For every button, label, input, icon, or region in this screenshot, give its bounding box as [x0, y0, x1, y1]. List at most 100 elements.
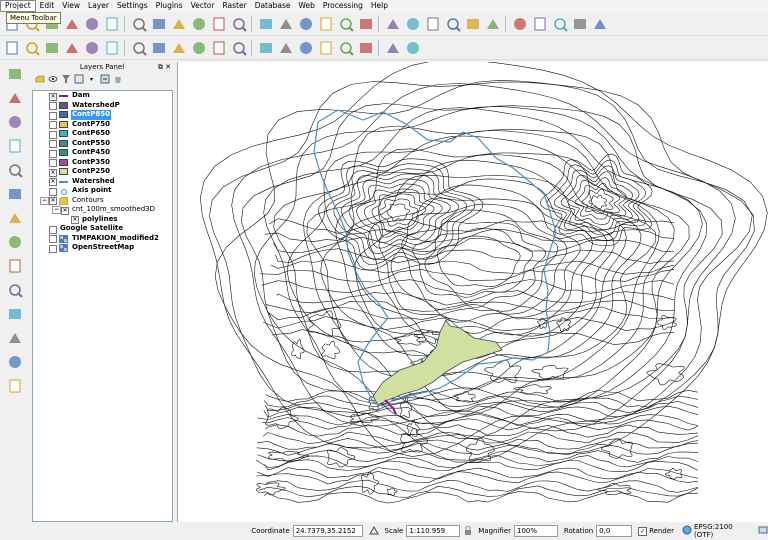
layer-visibility-checkbox[interactable]: ✕ [71, 216, 79, 224]
layer-visibility-checkbox[interactable] [49, 159, 57, 167]
map-tips-icon[interactable] [591, 15, 609, 33]
current-edits-icon[interactable] [3, 39, 21, 57]
paste-features-icon[interactable] [190, 39, 208, 57]
layer-row[interactable]: TIMPAKION_modified2 [33, 234, 172, 243]
scale-combo[interactable]: 1:110.959 [406, 525, 461, 537]
layer-row[interactable]: Google Satellite [33, 224, 172, 234]
annotation-icon[interactable] [551, 15, 569, 33]
menu-project[interactable]: Project [0, 0, 36, 12]
label-icon[interactable] [210, 39, 228, 57]
layer-visibility-checkbox[interactable]: ✕ [49, 197, 57, 205]
layer-visibility-checkbox[interactable] [49, 187, 57, 196]
print-composer-icon[interactable] [83, 15, 101, 33]
pin-labels-icon[interactable] [230, 39, 248, 57]
add-delimited-text-icon[interactable] [6, 281, 24, 299]
layer-row[interactable]: ✕ Watershed [33, 177, 172, 186]
change-label-icon[interactable] [337, 39, 355, 57]
layer-row[interactable]: OpenStreetMap [33, 243, 172, 253]
zoom-to-selection-icon[interactable] [257, 15, 275, 33]
close-panel-icon[interactable]: ✕ [165, 62, 171, 72]
rotation-spinbox[interactable]: 0,0 [596, 525, 633, 537]
menu-database[interactable]: Database [251, 0, 295, 12]
refresh-icon[interactable] [357, 15, 375, 33]
csw-icon[interactable] [357, 39, 375, 57]
move-label-icon[interactable] [297, 39, 315, 57]
zoom-last-icon[interactable] [297, 15, 315, 33]
style-dropdown-icon[interactable]: ▾ [86, 74, 97, 85]
node-tool-icon[interactable] [103, 39, 121, 57]
add-spatialite-icon[interactable] [6, 161, 24, 179]
menu-view[interactable]: View [58, 0, 84, 12]
manage-visibility-icon[interactable] [47, 74, 58, 85]
zoom-to-layer-icon[interactable] [277, 15, 295, 33]
layer-visibility-checkbox[interactable] [49, 111, 57, 120]
layer-row[interactable]: ContP450 [33, 148, 172, 158]
layer-visibility-checkbox[interactable] [49, 121, 57, 129]
messages-icon[interactable] [758, 525, 768, 537]
layer-row[interactable]: ✕ ContP250 [33, 167, 172, 177]
statistics-icon[interactable] [511, 15, 529, 33]
menu-vector[interactable]: Vector [187, 0, 219, 12]
save-as-icon[interactable] [63, 15, 81, 33]
add-oracle-icon[interactable] [6, 377, 24, 395]
add-feature-icon[interactable] [63, 39, 81, 57]
gps-icon[interactable] [6, 65, 24, 83]
menu-layer[interactable]: Layer [84, 0, 113, 12]
collapse-all-icon[interactable] [99, 74, 110, 85]
new-spatialite-icon[interactable] [6, 329, 24, 347]
add-wfs-icon[interactable] [6, 257, 24, 275]
layer-row[interactable]: − ✕ Contours [33, 196, 172, 205]
add-wms-icon[interactable] [6, 209, 24, 227]
rotate-label-icon[interactable] [317, 39, 335, 57]
layer-row[interactable]: ContP750 [33, 120, 172, 129]
layer-row[interactable]: ContP850 [33, 110, 172, 120]
layer-visibility-checkbox[interactable] [49, 244, 57, 253]
measure-icon[interactable] [404, 15, 422, 33]
filter-legend-icon[interactable] [60, 74, 71, 85]
metasearch-icon[interactable] [384, 39, 402, 57]
copy-features-icon[interactable] [170, 39, 188, 57]
layer-visibility-checkbox[interactable]: ✕ [49, 178, 57, 186]
menu-edit[interactable]: Edit [36, 0, 59, 12]
python-console-icon[interactable] [404, 39, 422, 57]
expand-all-icon[interactable] [73, 74, 84, 85]
layer-visibility-checkbox[interactable] [49, 102, 57, 110]
layer-row[interactable]: ContP550 [33, 139, 172, 148]
pan-to-selection-icon[interactable] [150, 15, 168, 33]
expand-toggle-icon[interactable]: − [52, 206, 61, 214]
attribute-table-icon[interactable] [484, 15, 502, 33]
lock-scale-icon[interactable] [464, 525, 472, 537]
menu-processing[interactable]: Processing [319, 0, 367, 12]
float-panel-icon[interactable]: ⧉ [158, 62, 163, 72]
magnifier-spinbox[interactable]: 100% [514, 525, 558, 537]
zoom-full-icon[interactable] [230, 15, 248, 33]
select-features-icon[interactable] [424, 15, 442, 33]
add-virtual-layer-icon[interactable] [6, 353, 24, 371]
toggle-editing-icon[interactable] [23, 39, 41, 57]
zoom-next-icon[interactable] [317, 15, 335, 33]
layer-visibility-checkbox[interactable]: ✕ [49, 92, 57, 101]
crs-status[interactable]: EPSG:2100 (OTF) [694, 523, 754, 539]
layer-visibility-checkbox[interactable] [49, 149, 57, 158]
zoom-out-icon[interactable] [190, 15, 208, 33]
add-raster-icon[interactable] [6, 113, 24, 131]
zoom-native-icon[interactable] [210, 15, 228, 33]
add-group-icon[interactable] [34, 74, 45, 85]
layer-row[interactable]: ContP650 [33, 129, 172, 139]
menu-raster[interactable]: Raster [218, 0, 250, 12]
add-postgis-icon[interactable] [6, 137, 24, 155]
menu-help[interactable]: Help [367, 0, 392, 12]
zoom-in-icon[interactable] [170, 15, 188, 33]
identify-icon[interactable] [384, 15, 402, 33]
pan-icon[interactable] [130, 15, 148, 33]
layer-row[interactable]: ✕ Dam [33, 91, 172, 101]
add-wcs-icon[interactable] [6, 233, 24, 251]
layer-row[interactable]: WatershedP [33, 101, 172, 110]
show-hide-labels-icon[interactable] [277, 39, 295, 57]
menu-plugins[interactable]: Plugins [152, 0, 187, 12]
composer-manager-icon[interactable] [103, 15, 121, 33]
new-map-view-icon[interactable] [337, 15, 355, 33]
add-mssql-icon[interactable] [6, 185, 24, 203]
menu-web[interactable]: Web [294, 0, 318, 12]
new-shapefile-icon[interactable] [6, 305, 24, 323]
